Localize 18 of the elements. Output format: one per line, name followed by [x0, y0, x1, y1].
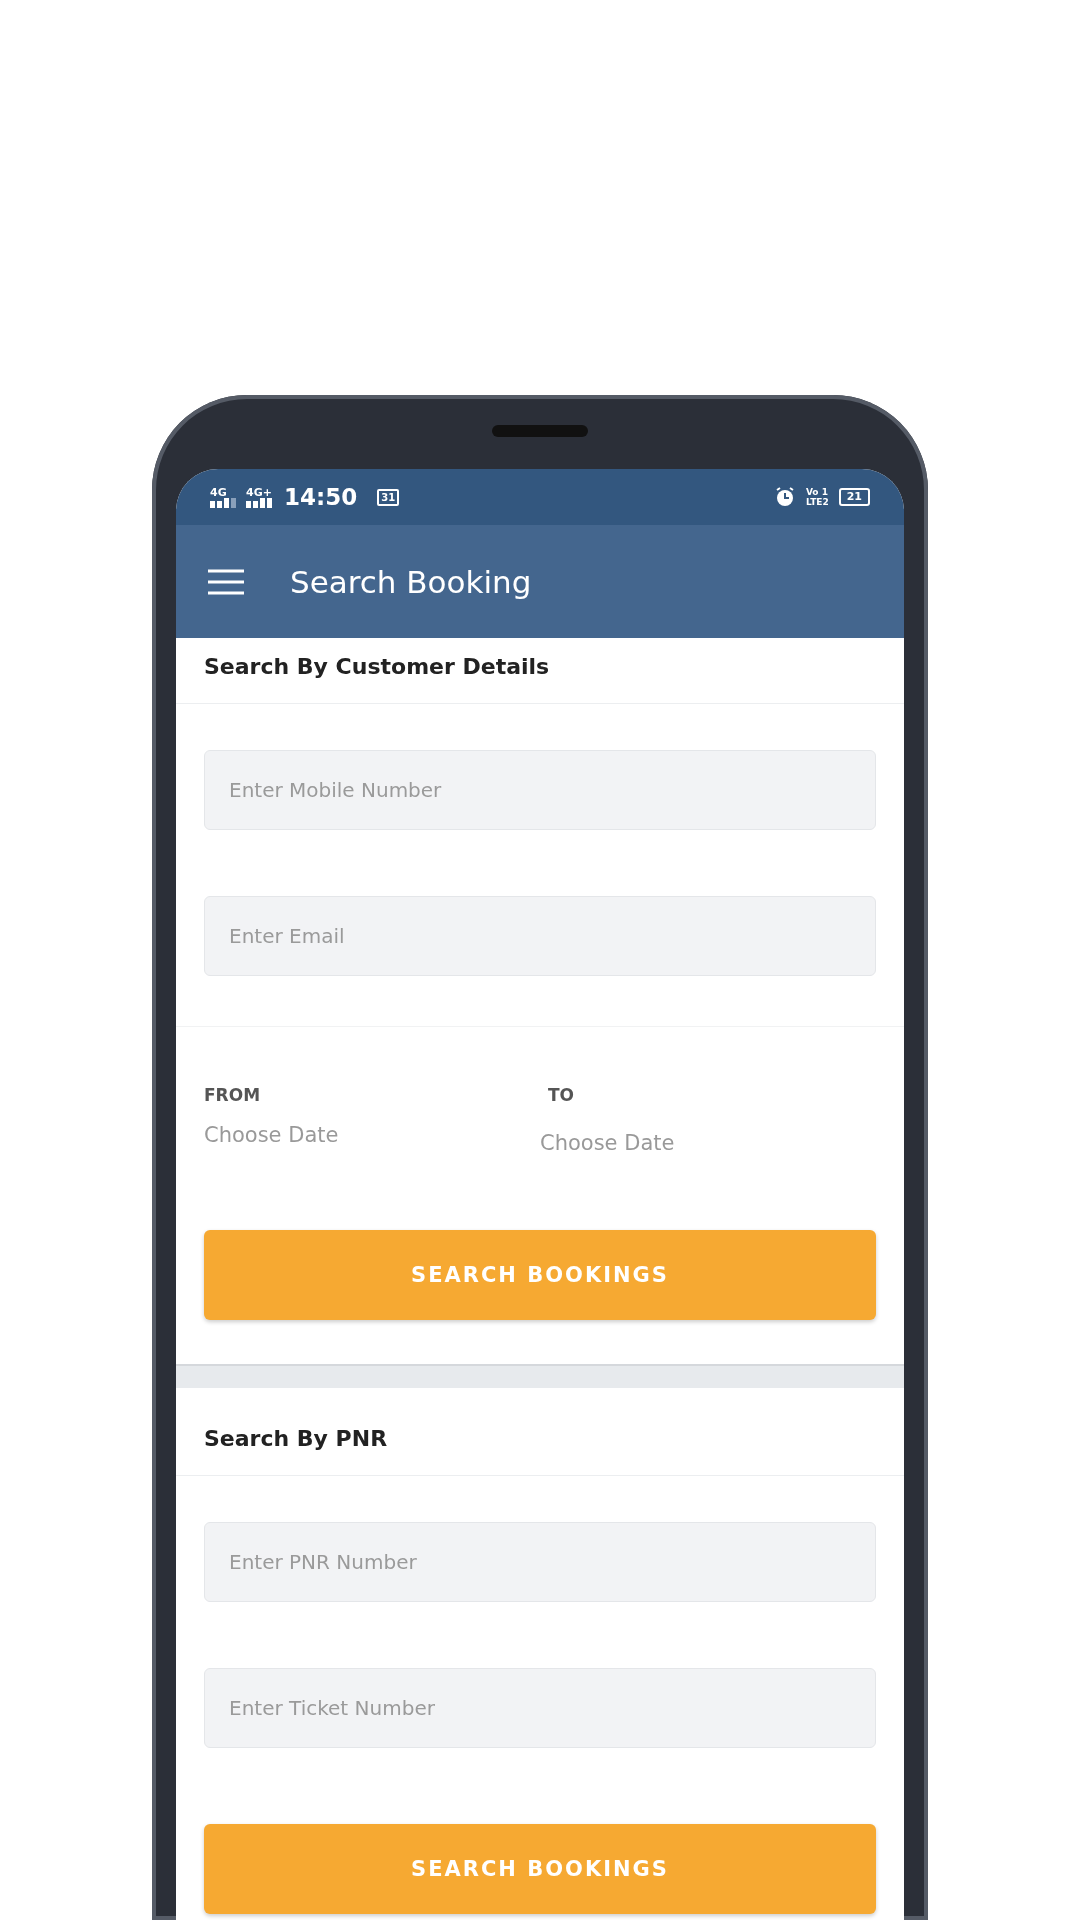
screen-title: Search Booking [290, 563, 532, 600]
date-label: TO [548, 1085, 575, 1105]
date-label: FROM [204, 1085, 261, 1105]
date-picker[interactable]: Choose Date [204, 1123, 339, 1147]
search-button[interactable]: SEARCH BOOKINGS [204, 1824, 876, 1914]
input-field[interactable]: Enter Mobile Number [204, 750, 876, 830]
battery-icon: 21 [838, 488, 870, 506]
menu-button[interactable] [208, 568, 244, 595]
section-title: Search By Customer Details [203, 653, 551, 681]
volte-icon: Vo 1 LTE2 [805, 487, 829, 507]
status-time: 14:50 [284, 484, 358, 510]
input-field[interactable]: Enter Ticket Number [204, 1668, 876, 1748]
calendar-icon: 31 [377, 488, 400, 506]
input-field[interactable]: Enter Email [204, 896, 876, 976]
date-picker[interactable]: Choose Date [540, 1131, 675, 1155]
section-title: Search By PNR [203, 1425, 389, 1453]
input-field[interactable]: Enter PNR Number [204, 1522, 876, 1602]
search-button[interactable]: SEARCH BOOKINGS [204, 1230, 876, 1320]
